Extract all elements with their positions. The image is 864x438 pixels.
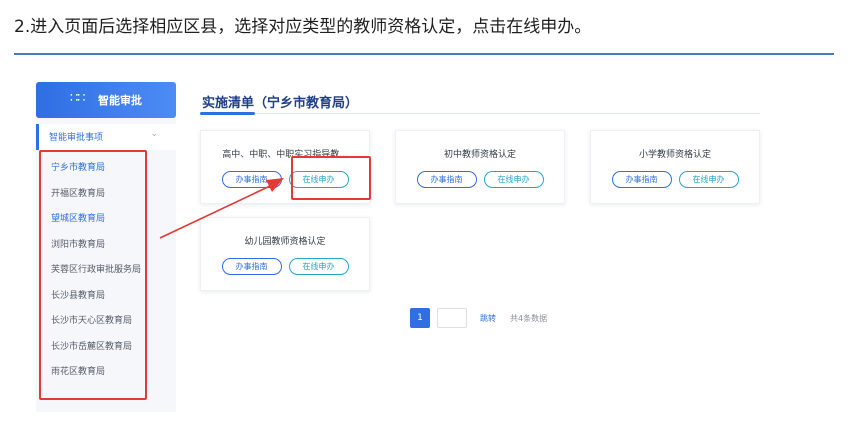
title-divider (200, 113, 760, 114)
service-card: 小学教师资格认定 办事指南 在线申办 (590, 130, 760, 204)
brand-label: 智能审批 (98, 94, 142, 107)
guide-button[interactable]: 办事指南 (221, 258, 282, 275)
page-jump-input[interactable] (437, 308, 467, 328)
card-title: 初中教师资格认定 (443, 150, 516, 160)
menu-header-label: 智能审批事项 (49, 133, 104, 143)
apply-online-button[interactable]: 在线申办 (678, 171, 739, 188)
guide-button[interactable]: 办事指南 (611, 171, 672, 188)
guide-button[interactable]: 办事指南 (416, 171, 477, 188)
heading-divider (14, 53, 834, 55)
service-card: 幼儿园教师资格认定 办事指南 在线申办 (200, 217, 370, 291)
page-button-current[interactable]: 1 (410, 308, 430, 328)
card-buttons: 办事指南 在线申办 (396, 171, 564, 188)
instruction-heading: 2.进入页面后选择相应区县，选择对应类型的教师资格认定，点击在线申办。 (14, 17, 592, 37)
chevron-down-icon: ⌄ (150, 129, 158, 139)
jump-button[interactable]: 跳转 (480, 313, 496, 324)
card-buttons: 办事指南 在线申办 (201, 258, 369, 275)
guide-button[interactable]: 办事指南 (221, 171, 282, 188)
district-highlight-box (39, 150, 147, 400)
list-title: 实施清单（宁乡市教育局） (202, 96, 359, 111)
brand-bar[interactable]: ∷∷ 智能审批 (36, 82, 176, 118)
card-buttons: 办事指南 在线申办 (591, 171, 759, 188)
menu-header-smart-approval[interactable]: 智能审批事项 ⌄ (36, 124, 176, 150)
title-accent-bar (200, 112, 255, 115)
card-title: 幼儿园教师资格认定 (244, 237, 326, 247)
service-card: 初中教师资格认定 办事指南 在线申办 (395, 130, 565, 204)
apply-highlight-box (291, 156, 371, 200)
card-title: 小学教师资格认定 (638, 150, 711, 160)
apply-online-button[interactable]: 在线申办 (288, 258, 349, 275)
apply-online-button[interactable]: 在线申办 (483, 171, 544, 188)
total-count: 共4条数据 (510, 314, 548, 323)
apps-icon: ∷∷ (70, 91, 86, 106)
